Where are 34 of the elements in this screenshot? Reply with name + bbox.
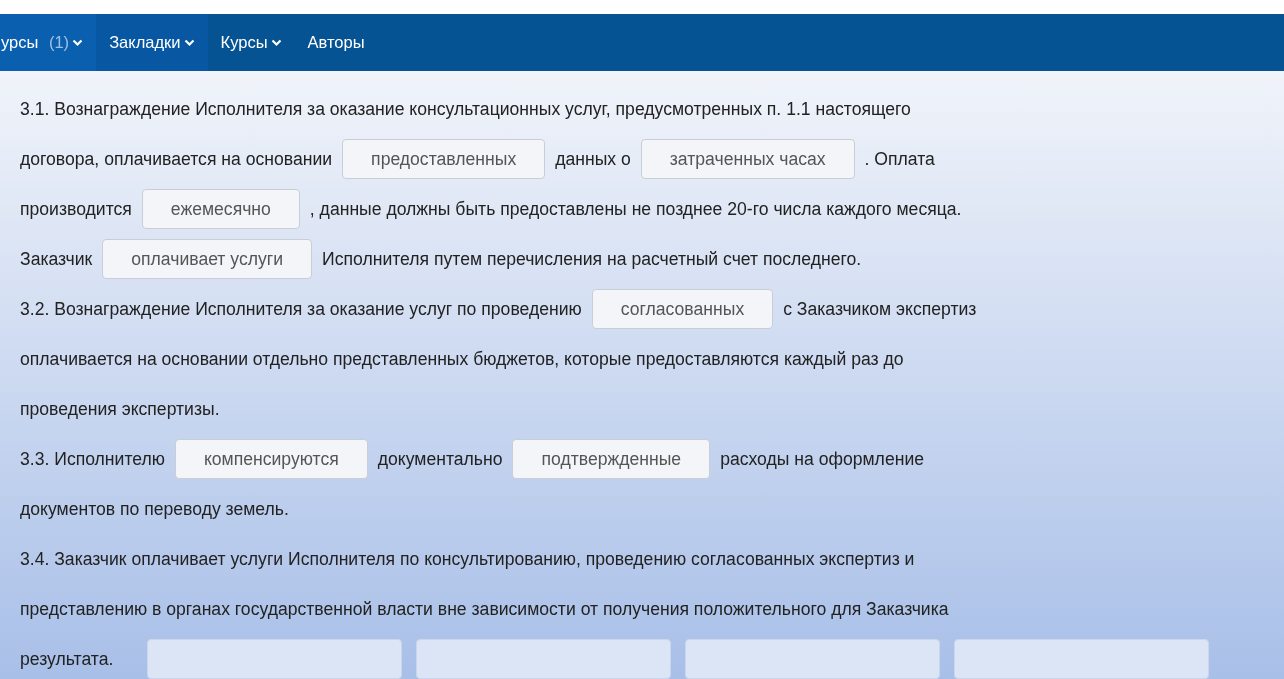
drop-slot[interactable] — [147, 639, 403, 679]
answer-chip[interactable]: согласованных — [591, 289, 774, 329]
paragraph-text: данных о — [555, 147, 631, 171]
paragraph-text: . Оплата — [864, 147, 935, 171]
answer-chip[interactable]: оплачивает услуги — [102, 239, 313, 279]
nav-menu-item[interactable]: Авторы — [294, 14, 378, 71]
drop-slot[interactable] — [416, 639, 672, 679]
paragraph-text: 3.1. Вознаграждение Исполнителя за оказание консультационных услуг, предусмотренных п. 1.1 настоящего — [20, 97, 911, 121]
nav-menu-item[interactable]: урсы (1) — [0, 14, 97, 71]
paragraph-text: с Заказчиком экспертиз — [783, 297, 977, 321]
paragraph-text: 3.3. Исполнителю — [20, 447, 165, 471]
paragraph-text: результата. — [20, 647, 114, 671]
paragraph-text: расходы на оформление — [720, 447, 924, 471]
nav-menu-item[interactable]: Закладки — [96, 14, 208, 71]
answer-chip[interactable]: ежемесячно — [141, 189, 300, 229]
answer-chip[interactable]: подтвержденные — [512, 439, 711, 479]
paragraph-text: документов по переводу земель. — [20, 497, 289, 521]
paragraph-text: Исполнителя путем перечисления на расчетный счет последнего. — [322, 247, 862, 271]
paragraph-text: договора, оплачивается на основании — [20, 147, 333, 171]
paragraph-text: , данные должны быть предоставлены не позднее 20-го числа каждого месяца. — [309, 197, 962, 221]
paragraph-text: оплачивается на основании отдельно представленных бюджетов, которые предоставляются каждый раз до — [20, 347, 904, 371]
answer-chip[interactable]: предоставленных — [342, 139, 546, 179]
paragraph-text: 3.2. Вознаграждение Исполнителя за оказание услуг по проведению — [20, 297, 582, 321]
paragraph-text: представлению в органах государственной власти вне зависимости от получения положительного для Заказчика — [20, 597, 949, 621]
paragraph-text: проведения экспертизы. — [20, 397, 220, 421]
paragraph-text: 3.4. Заказчик оплачивает услуги Исполнителя по консультированию, проведению согласованных экспертиз и — [20, 547, 915, 571]
paragraph-text: документально — [377, 447, 503, 471]
drop-slot[interactable] — [954, 639, 1210, 679]
drop-slot[interactable] — [685, 639, 941, 679]
paragraph-text: производится — [20, 197, 132, 221]
answer-chip[interactable]: затраченных часах — [640, 139, 855, 179]
nav-menu-item[interactable]: Курсы — [207, 14, 295, 71]
answer-chip[interactable]: компенсируются — [174, 439, 368, 479]
paragraph-text: Заказчик — [20, 247, 93, 271]
